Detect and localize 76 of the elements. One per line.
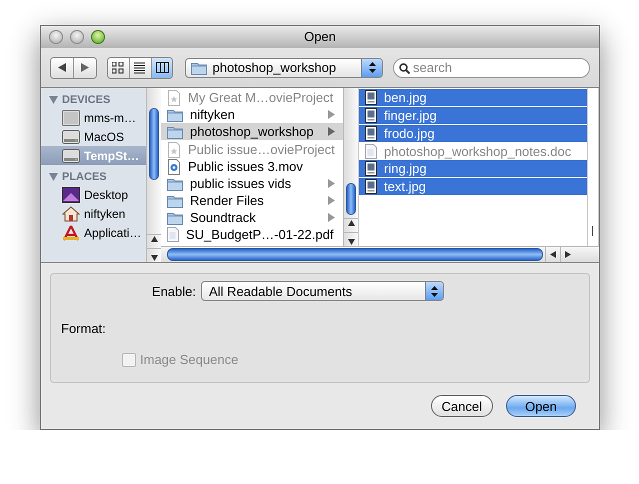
view-mode-button[interactable] bbox=[129, 58, 151, 78]
file-row[interactable]: text.jpg bbox=[359, 178, 587, 196]
view-mode-button[interactable] bbox=[150, 58, 172, 78]
drafting-tools-icon bbox=[62, 224, 80, 240]
close-button[interactable] bbox=[49, 30, 63, 44]
file-row[interactable]: Soundtrack bbox=[161, 209, 343, 226]
list-view-icon bbox=[134, 62, 148, 74]
document-icon bbox=[365, 144, 377, 159]
file-row[interactable]: Public issues 3.mov bbox=[161, 158, 343, 175]
hard-drive-icon bbox=[62, 148, 80, 164]
movie-file-icon bbox=[167, 158, 181, 174]
folder-icon bbox=[191, 60, 208, 74]
vertical-scrollbar[interactable] bbox=[343, 88, 358, 246]
computer-icon bbox=[62, 110, 80, 126]
window-title: Open bbox=[304, 29, 336, 44]
image-file-icon bbox=[365, 179, 377, 194]
hard-drive-icon bbox=[62, 128, 80, 144]
image-file-icon bbox=[365, 108, 377, 123]
scrollbar-thumb[interactable] bbox=[167, 248, 543, 261]
image-file-icon bbox=[365, 161, 377, 176]
file-row[interactable]: public issues vids bbox=[161, 175, 343, 192]
enable-label: Enable: bbox=[150, 284, 196, 298]
folder-icon bbox=[167, 210, 183, 224]
stepper-arrows-icon bbox=[431, 286, 438, 296]
back-button[interactable] bbox=[51, 58, 74, 78]
sidebar-item[interactable]: mms-m… bbox=[41, 108, 146, 127]
location-popup[interactable]: photoshop_workshop bbox=[185, 58, 383, 78]
scroll-down-arrow-icon bbox=[150, 255, 158, 261]
horizontal-scrollbar[interactable] bbox=[161, 246, 599, 262]
search-icon bbox=[399, 62, 410, 74]
column-view-icon bbox=[156, 62, 169, 74]
scrollbar-thumb[interactable] bbox=[149, 108, 159, 180]
file-row[interactable]: SU_BudgetP…-01-22.pdf bbox=[161, 226, 343, 243]
sidebar-item[interactable]: MacOS bbox=[41, 127, 146, 146]
scroll-up-arrow-icon bbox=[348, 220, 354, 226]
section-header: PLACES bbox=[62, 171, 107, 183]
enable-popup[interactable]: All Readable Documents bbox=[201, 281, 444, 301]
sidebar-item[interactable]: Desktop bbox=[41, 185, 146, 204]
minimize-button[interactable] bbox=[70, 30, 84, 44]
scroll-handle-icon bbox=[592, 226, 594, 236]
folder-icon bbox=[167, 108, 183, 122]
sidebar-item[interactable]: Applicati… bbox=[41, 223, 146, 242]
section-header: DEVICES bbox=[62, 94, 110, 106]
scroll-down-arrow-icon bbox=[348, 239, 354, 245]
vertical-scrollbar[interactable] bbox=[146, 88, 161, 262]
scroll-up-arrow-icon bbox=[150, 236, 158, 242]
file-row[interactable]: finger.jpg bbox=[359, 107, 587, 125]
file-row[interactable]: photoshop_workshop bbox=[161, 123, 343, 141]
back-arrow-icon bbox=[58, 63, 66, 72]
file-row[interactable]: ben.jpg bbox=[359, 89, 587, 107]
document-icon bbox=[167, 142, 181, 158]
folder-icon bbox=[167, 194, 183, 208]
stepper-arrows-icon bbox=[368, 62, 376, 73]
folder-icon bbox=[167, 124, 183, 138]
zoom-button[interactable] bbox=[91, 30, 105, 44]
search-field[interactable]: search bbox=[393, 58, 590, 78]
sidebar-item[interactable]: niftyken bbox=[41, 204, 146, 223]
view-mode-button[interactable] bbox=[108, 58, 130, 78]
folder-icon bbox=[167, 176, 183, 190]
icon-view-icon bbox=[112, 62, 126, 74]
scroll-right-arrow-icon bbox=[565, 251, 571, 258]
format-label: Format: bbox=[61, 321, 106, 336]
file-row[interactable]: niftyken bbox=[161, 106, 343, 123]
desktop-icon bbox=[62, 186, 80, 202]
house-icon bbox=[62, 206, 80, 222]
dialog-button[interactable]: Cancel bbox=[430, 395, 493, 417]
file-row[interactable]: frodo.jpg bbox=[359, 125, 587, 143]
image-file-icon bbox=[365, 126, 377, 141]
forward-button[interactable] bbox=[73, 58, 96, 78]
forward-arrow-icon bbox=[81, 63, 90, 72]
document-icon bbox=[167, 227, 179, 242]
file-row[interactable]: Render Files bbox=[161, 192, 343, 209]
file-row[interactable]: ring.jpg bbox=[359, 160, 587, 178]
scroll-left-arrow-icon bbox=[550, 251, 556, 258]
dialog-button[interactable]: Open bbox=[506, 395, 576, 417]
scrollbar-thumb[interactable] bbox=[346, 183, 356, 215]
